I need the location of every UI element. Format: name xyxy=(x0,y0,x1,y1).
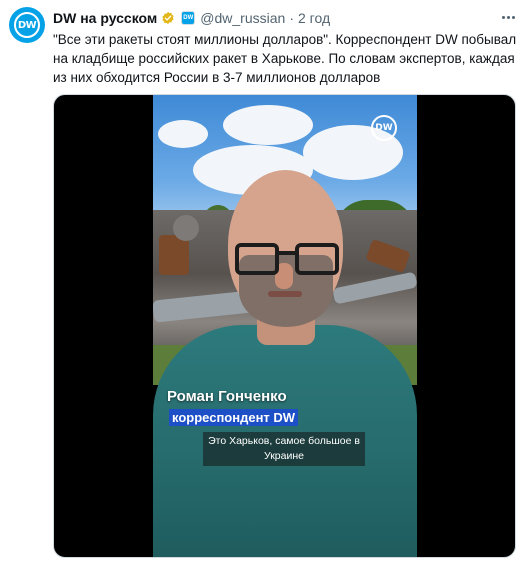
tweet-card[interactable]: DW DW на русском DW @dw_russian · 2 год … xyxy=(0,0,526,563)
tweet-header: DW на русском DW @dw_russian · 2 год xyxy=(53,9,330,27)
more-options-icon[interactable] xyxy=(498,7,518,27)
video-player[interactable]: DW Роман Гонченко корреспондент DW Это Х… xyxy=(53,94,516,558)
video-frame[interactable]: DW Роман Гонченко корреспондент DW Это Х… xyxy=(153,95,417,557)
handle[interactable]: @dw_russian xyxy=(200,10,285,26)
dw-watermark-icon: DW xyxy=(371,115,397,141)
avatar[interactable]: DW xyxy=(9,7,45,43)
video-subtitle: Это Харьков, самое большое в Украине xyxy=(203,432,365,466)
glasses xyxy=(235,243,339,277)
verified-badge-icon xyxy=(162,11,174,25)
affiliate-badge-icon[interactable]: DW xyxy=(181,11,196,25)
lower-third-name: Роман Гонченко xyxy=(167,388,287,405)
lower-third-role: корреспондент DW xyxy=(169,409,299,426)
dw-logo-icon: DW xyxy=(14,12,40,38)
timestamp[interactable]: 2 год xyxy=(298,10,330,26)
display-name[interactable]: DW на русском xyxy=(53,10,157,26)
tweet-text: "Все эти ракеты стоят миллионы долларов"… xyxy=(53,32,517,85)
separator: · xyxy=(289,10,294,26)
